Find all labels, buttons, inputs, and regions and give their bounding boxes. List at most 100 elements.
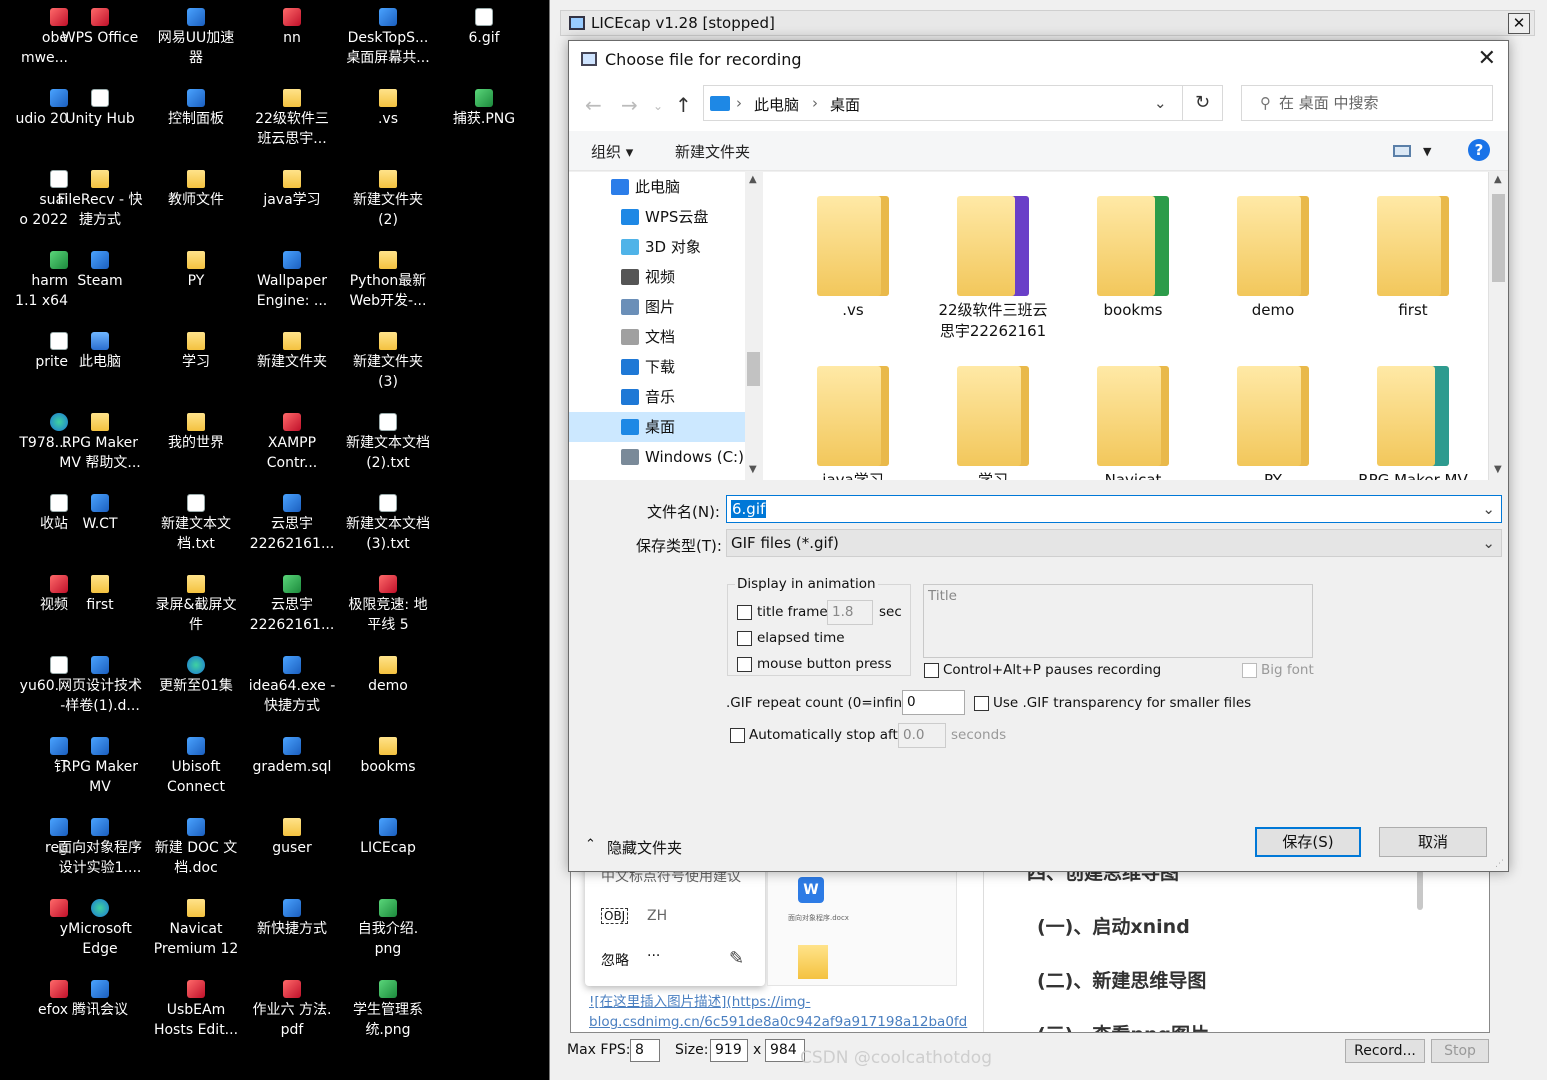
desktop-icon[interactable]: XAMPP Contr... bbox=[244, 413, 340, 473]
desktop-icon[interactable]: guser bbox=[244, 818, 340, 858]
mouse-press-checkbox[interactable] bbox=[737, 657, 752, 672]
file-item[interactable]: .vs bbox=[791, 196, 915, 321]
image-link-line2[interactable]: blog.csdnimg.cn/6c591de8a0c942af9a917198… bbox=[589, 1014, 967, 1030]
title-frame-checkbox[interactable] bbox=[737, 605, 752, 620]
max-fps-input[interactable]: 8 bbox=[630, 1039, 660, 1062]
desktop-icon[interactable]: WPS Office bbox=[52, 8, 148, 48]
desktop-icon[interactable]: nn bbox=[244, 8, 340, 48]
desktop-icon[interactable]: W.CT bbox=[52, 494, 148, 534]
desktop-icon[interactable]: 新建文本文档 (2).txt bbox=[340, 413, 436, 473]
image-link-line1[interactable]: ![在这里插入图片描述](https://img- bbox=[589, 990, 810, 1010]
scroll-up-icon[interactable]: ▲ bbox=[1494, 174, 1502, 185]
scroll-down-icon[interactable]: ▼ bbox=[1494, 464, 1502, 475]
nav-item[interactable]: 此电脑 bbox=[569, 172, 745, 202]
desktop-icon[interactable]: 面向对象程序 设计实验1.... bbox=[52, 818, 148, 878]
organize-button[interactable]: 组织 ▾ bbox=[591, 141, 633, 162]
pen-icon[interactable]: ✎ bbox=[729, 948, 744, 969]
licecap-titlebar[interactable]: LICEcap v1.28 [stopped] ✕ bbox=[560, 10, 1535, 36]
file-scrollbar[interactable]: ▲ ▼ bbox=[1488, 172, 1508, 480]
desktop-icon[interactable]: demo bbox=[340, 656, 436, 696]
file-item[interactable]: 22级软件三班云 思宇22262161 bbox=[931, 196, 1055, 342]
capture-frame[interactable]: 中文标点符号使用建议 OBJ ZH 忽略 ··· ✎ W 面向对象程序.docx… bbox=[570, 855, 1490, 1033]
title-textarea[interactable]: Title bbox=[923, 584, 1313, 658]
pause-shortcut-checkbox[interactable] bbox=[924, 663, 939, 678]
desktop-icon[interactable]: 云思宇 22262161... bbox=[244, 575, 340, 635]
desktop-icon[interactable]: 6.gif bbox=[436, 8, 532, 48]
desktop-icon[interactable]: 极限竞速: 地 平线 5 bbox=[340, 575, 436, 635]
help-icon[interactable]: ? bbox=[1468, 139, 1490, 161]
nav-item[interactable]: 图片 bbox=[569, 292, 745, 322]
nav-scrollbar[interactable]: ▲ ▼ bbox=[745, 172, 762, 480]
chevron-up-icon[interactable]: ⌃ bbox=[585, 837, 596, 852]
desktop-icon[interactable]: RPG Maker MV bbox=[52, 737, 148, 797]
file-item[interactable]: 学习 bbox=[931, 366, 1055, 480]
save-button[interactable]: 保存(S) bbox=[1255, 827, 1361, 857]
dialog-titlebar[interactable]: Choose file for recording ✕ bbox=[569, 41, 1508, 79]
desktop-icon[interactable]: java学习 bbox=[244, 170, 340, 210]
desktop-icon[interactable]: UsbEAm Hosts Edit... bbox=[148, 980, 244, 1040]
breadcrumb-this-pc[interactable]: 此电脑 bbox=[754, 94, 799, 115]
big-font-checkbox[interactable] bbox=[1242, 663, 1257, 678]
title-frame-input[interactable]: 1.8 bbox=[827, 600, 873, 625]
desktop-icon[interactable]: 新建文件夹 bbox=[244, 332, 340, 372]
desktop-icon[interactable]: 教师文件 bbox=[148, 170, 244, 210]
forward-arrow-icon[interactable]: → bbox=[621, 93, 638, 117]
file-item[interactable]: RPG Maker MV bbox=[1351, 366, 1475, 480]
back-arrow-icon[interactable]: ← bbox=[585, 93, 602, 117]
desktop-icon[interactable]: DeskTopS... 桌面屏幕共... bbox=[340, 8, 436, 68]
cancel-button[interactable]: 取消 bbox=[1379, 827, 1487, 857]
refresh-icon[interactable]: ↻ bbox=[1183, 85, 1223, 121]
desktop-icon[interactable]: RPG Maker MV 帮助文... bbox=[52, 413, 148, 473]
nav-item[interactable]: 音乐 bbox=[569, 382, 745, 412]
nav-item[interactable]: Windows (C:) bbox=[569, 442, 745, 472]
chevron-down-icon[interactable]: ⌄ bbox=[1482, 496, 1495, 522]
doc-scrollbar[interactable] bbox=[1417, 870, 1423, 910]
ime-ignore[interactable]: 忽略 bbox=[601, 950, 629, 970]
desktop-icon[interactable]: 新建文本文 档.txt bbox=[148, 494, 244, 554]
desktop-icon[interactable]: 此电脑 bbox=[52, 332, 148, 372]
nav-item[interactable]: 视频 bbox=[569, 262, 745, 292]
desktop-icon[interactable]: Microsoft Edge bbox=[52, 899, 148, 959]
auto-stop-checkbox[interactable] bbox=[730, 728, 745, 743]
up-arrow-icon[interactable]: ↑ bbox=[675, 93, 692, 117]
height-input[interactable]: 984 bbox=[765, 1039, 805, 1062]
desktop-icon[interactable]: 网易UU加速 器 bbox=[148, 8, 244, 68]
desktop-icon[interactable]: Ubisoft Connect bbox=[148, 737, 244, 797]
file-item[interactable]: first bbox=[1351, 196, 1475, 321]
nav-item[interactable]: 3D 对象 bbox=[569, 232, 745, 262]
ime-obj-icon[interactable]: OBJ bbox=[601, 908, 629, 924]
filename-input[interactable]: 6.gif ⌄ bbox=[726, 495, 1502, 523]
desktop-icon[interactable]: .vs bbox=[340, 89, 436, 129]
nav-item[interactable]: WPS云盘 bbox=[569, 202, 745, 232]
chevron-down-icon[interactable]: ⌄ bbox=[1482, 530, 1495, 556]
nav-item[interactable]: 文档 bbox=[569, 322, 745, 352]
file-item[interactable]: Navicat bbox=[1071, 366, 1195, 480]
scroll-up-icon[interactable]: ▲ bbox=[749, 174, 757, 185]
licecap-close-button[interactable]: ✕ bbox=[1508, 13, 1530, 34]
desktop-icon[interactable]: 更新至01集 bbox=[148, 656, 244, 696]
ime-more-icon[interactable]: ··· bbox=[647, 948, 660, 964]
repeat-count-input[interactable]: 0 bbox=[902, 690, 965, 715]
nav-item[interactable]: 桌面 bbox=[569, 412, 745, 442]
hide-folders-button[interactable]: 隐藏文件夹 bbox=[607, 837, 682, 858]
desktop-icon[interactable]: 录屏&截屏文 件 bbox=[148, 575, 244, 635]
nav-scroll-thumb[interactable] bbox=[747, 352, 760, 386]
desktop-icon[interactable]: bookms bbox=[340, 737, 436, 777]
filetype-select[interactable]: GIF files (*.gif) ⌄ bbox=[726, 529, 1502, 557]
view-mode-icon[interactable] bbox=[1393, 145, 1411, 157]
file-item[interactable]: bookms bbox=[1071, 196, 1195, 321]
resize-grip-icon[interactable]: ⋰ bbox=[1495, 859, 1504, 869]
desktop-icon[interactable]: Wallpaper Engine: ... bbox=[244, 251, 340, 311]
record-button[interactable]: Record... bbox=[1345, 1039, 1425, 1063]
desktop-icon[interactable]: PY bbox=[148, 251, 244, 291]
desktop-icon[interactable]: 新建文件夹 (2) bbox=[340, 170, 436, 230]
breadcrumb-desktop[interactable]: 桌面 bbox=[830, 94, 860, 115]
desktop-icon[interactable]: 新快捷方式 bbox=[244, 899, 340, 939]
transparency-checkbox[interactable] bbox=[974, 696, 989, 711]
nav-item[interactable]: 下载 bbox=[569, 352, 745, 382]
desktop-icon[interactable]: Unity Hub bbox=[52, 89, 148, 129]
view-chevron-icon[interactable]: ▼ bbox=[1423, 145, 1431, 158]
desktop-icon[interactable]: 控制面板 bbox=[148, 89, 244, 129]
desktop-icon[interactable]: FileRecv - 快 捷方式 bbox=[52, 170, 148, 230]
file-item[interactable]: demo bbox=[1211, 196, 1335, 321]
